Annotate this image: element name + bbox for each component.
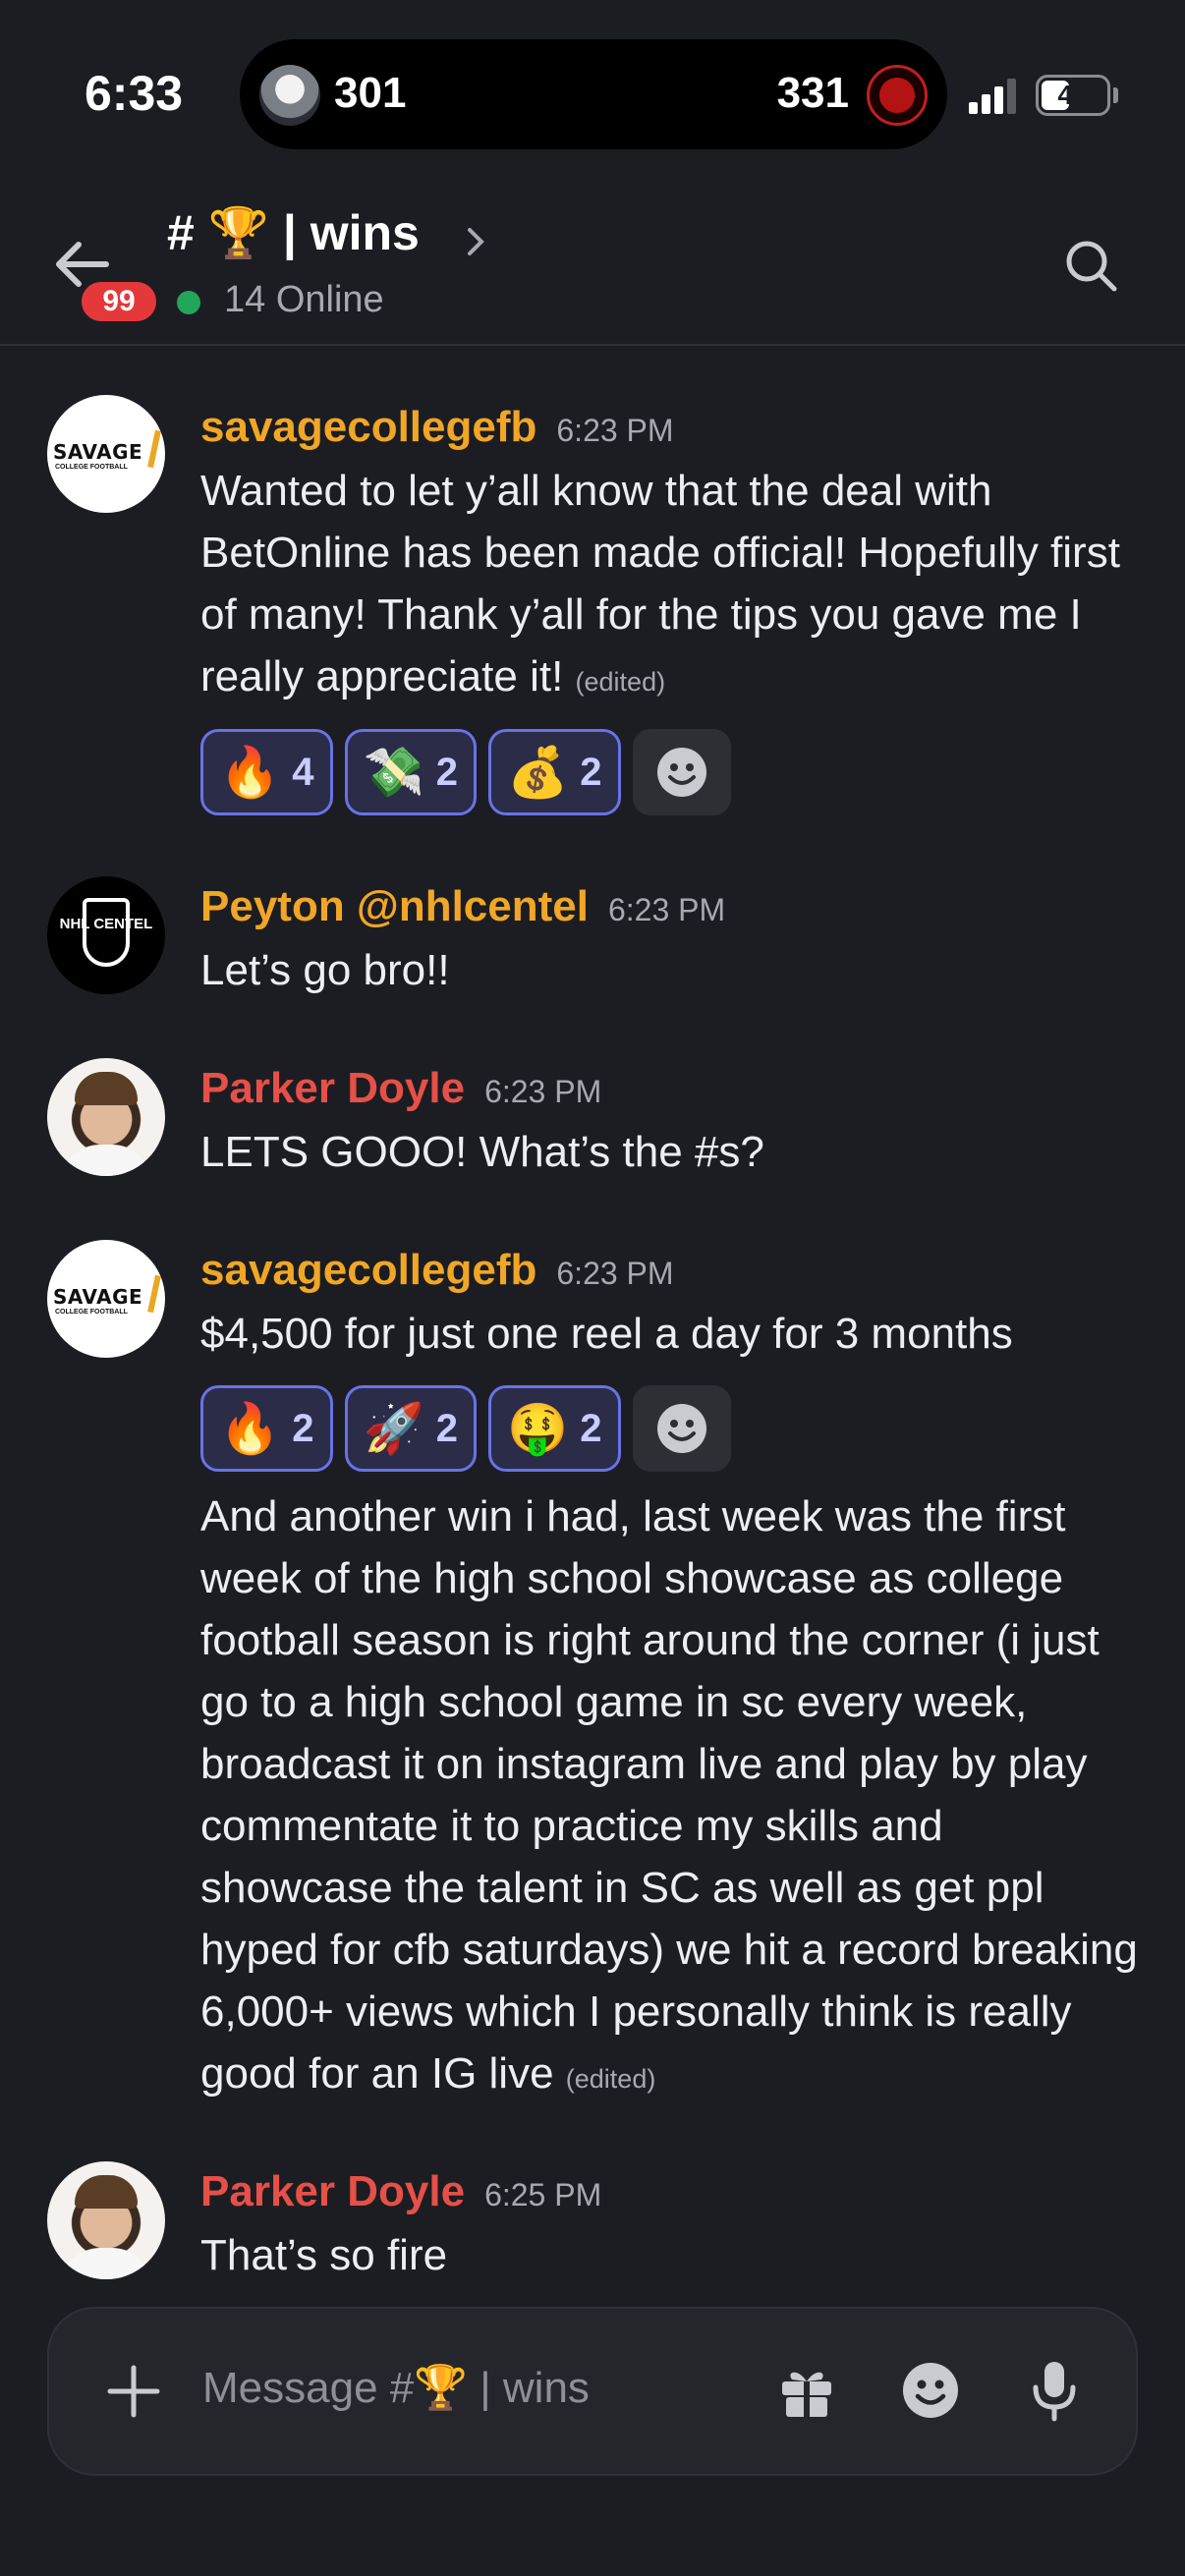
message-author[interactable]: Parker Doyle 6:23 PM [200, 1064, 601, 1113]
message-input[interactable]: Message #🏆 | wins [202, 2362, 590, 2413]
edited-label: (edited) [575, 667, 666, 697]
message-text: LETS GOOO! What’s the #s? [200, 1128, 764, 1176]
message-timestamp: 6:23 PM [484, 1074, 602, 1109]
message-text: That’s so fire [200, 2231, 448, 2279]
message-author[interactable]: savagecollegefb 6:23 PM [200, 1246, 674, 1295]
message-composer[interactable]: Message #🏆 | wins [47, 2307, 1138, 2476]
reaction-rocket[interactable]: 🚀 2 [344, 1385, 478, 1472]
reaction-money-wings[interactable]: 💸 2 [344, 729, 478, 815]
live-activity-count-left: 301 [334, 69, 407, 117]
reaction-money-bag[interactable]: 💰 2 [488, 729, 621, 815]
message[interactable]: NHL CENTEL Peyton @nhlcentel 6:23 PM Let’… [0, 874, 1185, 1002]
add-reaction-icon[interactable] [632, 1385, 731, 1472]
message-author[interactable]: Peyton @nhlcentel 6:23 PM [200, 882, 725, 931]
message-timestamp: 6:23 PM [607, 892, 726, 927]
message-author[interactable]: Parker Doyle 6:25 PM [200, 2167, 601, 2216]
search-icon[interactable] [1061, 236, 1120, 295]
gift-icon[interactable] [776, 2360, 837, 2421]
chevron-right-icon[interactable] [460, 222, 491, 261]
online-indicator-icon [177, 291, 200, 314]
reaction-fire[interactable]: 🔥 4 [200, 729, 333, 815]
message[interactable]: Parker Doyle 6:23 PM LETS GOOO! What’s th… [0, 1056, 1185, 1184]
channel-title[interactable]: # 🏆 | wins [167, 204, 420, 262]
avatar[interactable] [47, 2161, 165, 2279]
edited-label: (edited) [565, 2064, 656, 2094]
message-text-followup: And another win i had, last week was the… [200, 1492, 1138, 2098]
microphone-icon[interactable] [1024, 2358, 1085, 2423]
message[interactable]: SAVAGE COLLEGE FOOTBALL savagecollegefb 6… [0, 1238, 1185, 2102]
message-text: Let’s go bro!! [200, 946, 450, 994]
reaction-bar: 🔥 4 💸 2 💰 2 [200, 729, 731, 815]
online-count: 14 Online [224, 279, 384, 320]
battery-level: 40 [1057, 80, 1089, 110]
plus-icon[interactable] [106, 2364, 161, 2419]
emoji-icon[interactable] [900, 2360, 961, 2421]
unread-badge: 99 [77, 277, 161, 326]
dynamic-island[interactable]: 301 331 [240, 39, 947, 149]
live-activity-avatar-right [867, 65, 928, 126]
message-text: $4,500 for just one reel a day for 3 mon… [200, 1310, 1013, 1358]
avatar[interactable] [47, 1058, 165, 1176]
live-activity-avatar-left [259, 65, 320, 126]
live-activity-count-right: 331 [776, 69, 849, 117]
cellular-signal-icon [969, 77, 1020, 114]
message[interactable]: SAVAGE COLLEGE FOOTBALL savagecollegefb 6… [0, 393, 1185, 825]
avatar[interactable]: NHL CENTEL [47, 876, 165, 994]
battery-icon: 40 [1036, 75, 1110, 116]
status-bar: 6:33 301 331 40 [0, 0, 1185, 187]
reaction-bar: 🔥 2 🚀 2 🤑 2 [200, 1385, 731, 1472]
message-timestamp: 6:25 PM [484, 2177, 602, 2212]
battery-tip [1113, 87, 1118, 103]
message-author[interactable]: savagecollegefb 6:23 PM [200, 403, 674, 452]
message-timestamp: 6:23 PM [556, 413, 674, 448]
status-time: 6:33 [85, 66, 184, 121]
add-reaction-icon[interactable] [632, 729, 731, 815]
avatar[interactable]: SAVAGE COLLEGE FOOTBALL [47, 1240, 165, 1358]
message[interactable]: Parker Doyle 6:25 PM That’s so fire [0, 2159, 1185, 2287]
channel-header: 99 # 🏆 | wins 14 Online [0, 187, 1185, 346]
reaction-fire[interactable]: 🔥 2 [200, 1385, 333, 1472]
avatar[interactable]: SAVAGE COLLEGE FOOTBALL [47, 395, 165, 513]
reaction-money-mouth[interactable]: 🤑 2 [488, 1385, 621, 1472]
message-timestamp: 6:23 PM [556, 1256, 674, 1291]
message-text: Wanted to let y’all know that the deal w… [200, 467, 1120, 700]
